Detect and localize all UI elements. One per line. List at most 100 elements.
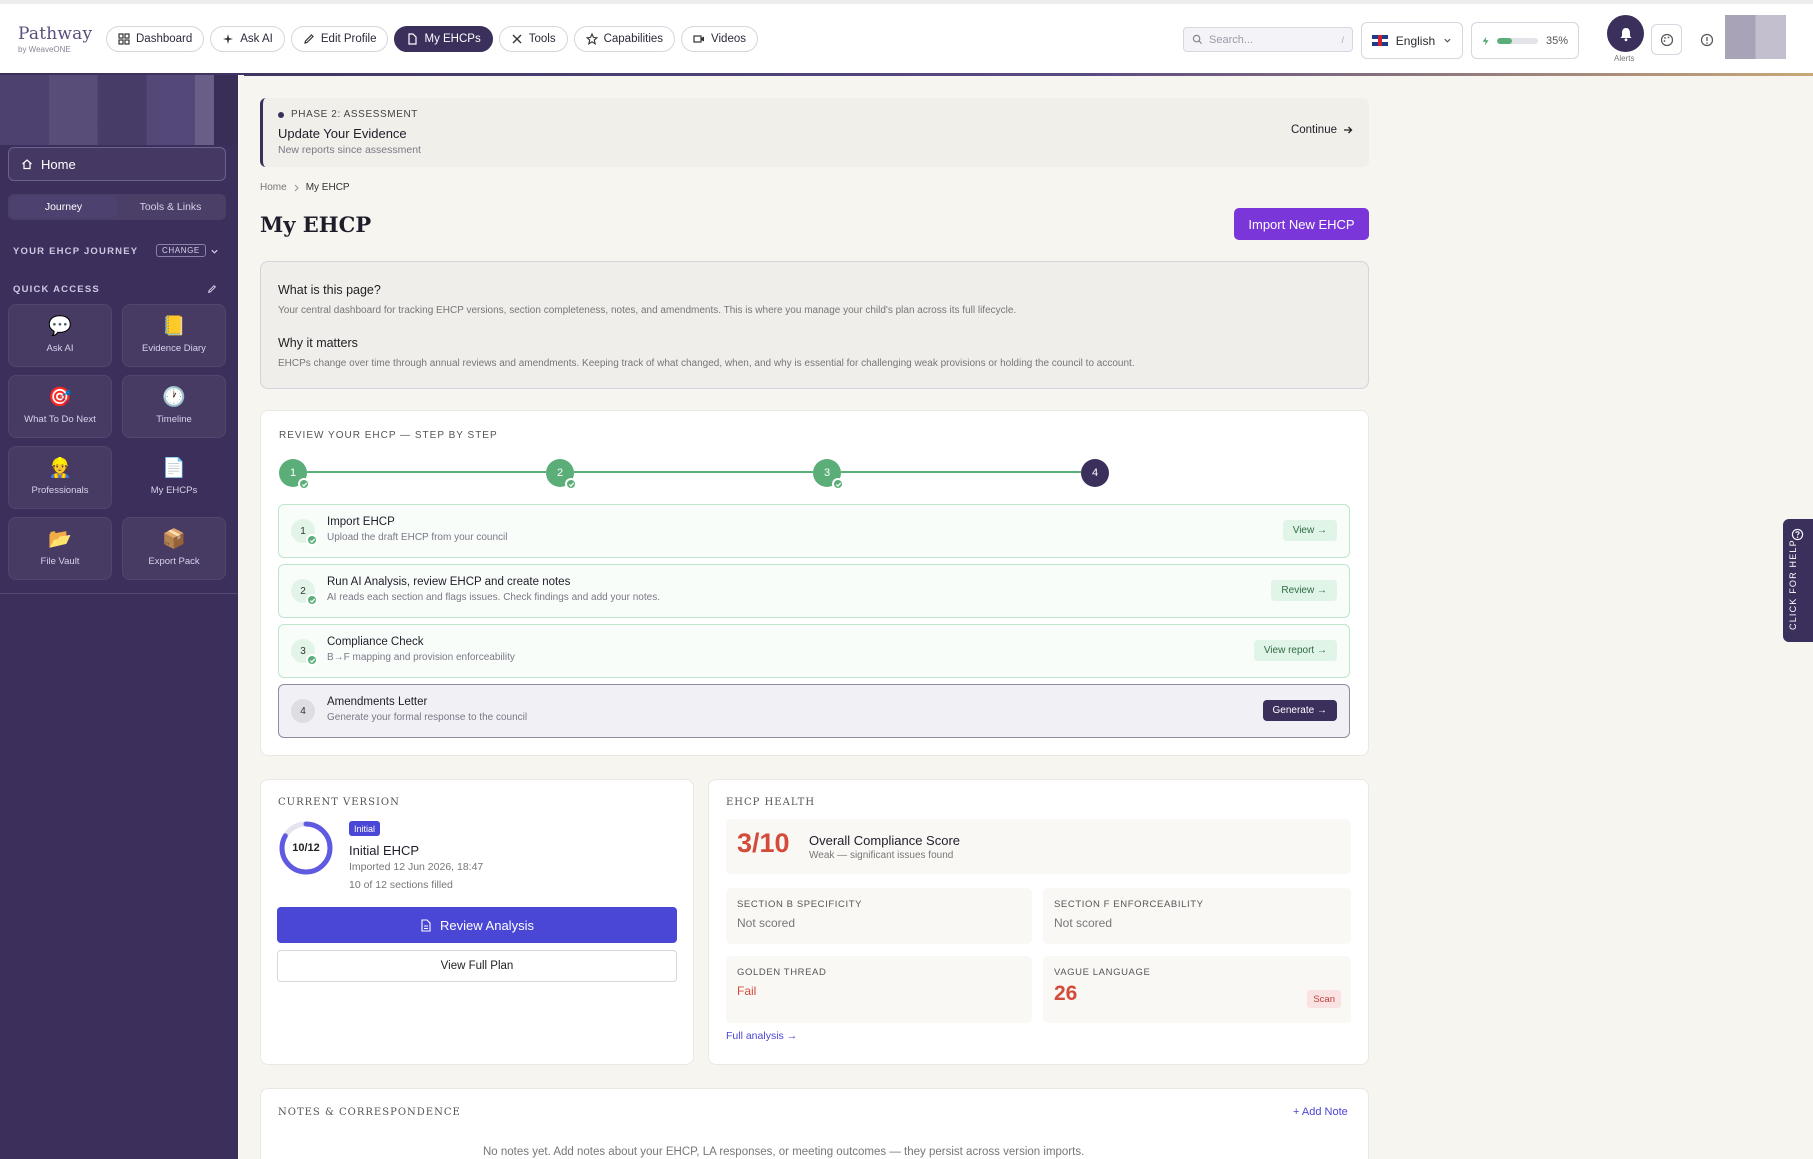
generate-button[interactable]: Generate → <box>1262 700 1337 721</box>
nav-label: Ask AI <box>240 33 273 45</box>
step-title: Compliance Check <box>327 636 424 648</box>
tab-journey[interactable]: Journey <box>10 196 117 218</box>
qa-label: Evidence Diary <box>142 343 206 354</box>
add-note-button[interactable]: + Add Note <box>1293 1106 1348 1118</box>
metric-section-b: SECTION B SPECIFICITY Not scored <box>726 888 1032 944</box>
search-input[interactable]: Search... / <box>1183 27 1353 52</box>
step-subtitle: AI reads each section and flags issues. … <box>327 592 660 603</box>
metric-section-f: SECTION F ENFORCEABILITY Not scored <box>1043 888 1351 944</box>
nav-label: Edit Profile <box>320 33 377 45</box>
step-subtitle: Generate your formal response to the cou… <box>327 712 528 723</box>
continue-button[interactable]: Continue <box>1291 124 1353 136</box>
import-ehcp-button[interactable]: Import New EHCP <box>1234 208 1369 240</box>
version-name: Initial EHCP <box>349 843 420 858</box>
quick-what-to-do-next[interactable]: 🎯 What To Do Next <box>8 375 112 438</box>
nav-videos[interactable]: Videos <box>681 26 758 52</box>
document-icon <box>408 33 418 45</box>
step-marker-num: 2 <box>556 467 564 479</box>
target-icon: 🎯 <box>48 387 72 408</box>
help-tab-label[interactable]: CLICK FOR HELP <box>1788 539 1798 630</box>
nav-my-ehcps[interactable]: My EHCPs <box>394 26 493 52</box>
edit-icon[interactable] <box>207 284 217 294</box>
step-number-text: 3 <box>300 645 306 657</box>
info-button[interactable] <box>1691 24 1722 55</box>
sidebar-home[interactable]: Home <box>8 147 226 181</box>
score-label: Overall Compliance Score <box>809 833 961 848</box>
nav-ask-ai[interactable]: Ask AI <box>210 26 285 52</box>
metric-label: SECTION B SPECIFICITY <box>737 899 863 910</box>
search-placeholder: Search... <box>1209 33 1254 46</box>
package-icon: 📦 <box>162 529 186 550</box>
sidebar-tabs: Journey Tools & Links <box>8 194 226 220</box>
bell-icon <box>1620 27 1631 41</box>
step-number-text: 1 <box>300 525 306 537</box>
quick-timeline[interactable]: 🕐 Timeline <box>122 375 226 438</box>
full-analysis-link[interactable]: Full analysis → <box>726 1030 797 1042</box>
view-full-plan-button[interactable]: View Full Plan <box>277 950 677 982</box>
metric-value: 26 <box>1054 982 1078 1005</box>
continue-label: Continue <box>1290 124 1337 136</box>
nav-capabilities[interactable]: Capabilities <box>573 26 676 52</box>
tab-tools-links[interactable]: Tools & Links <box>117 196 224 218</box>
step-marker-4[interactable]: 4 <box>1081 459 1109 487</box>
alerts-button[interactable] <box>1607 15 1644 52</box>
sidebar-gap <box>238 75 244 1159</box>
breadcrumb-home[interactable]: Home <box>260 182 287 193</box>
review-button[interactable]: Review → <box>1271 580 1337 601</box>
score-value: 3/10 <box>737 828 790 858</box>
avatar[interactable] <box>1725 15 1786 59</box>
check-icon <box>306 594 318 606</box>
step-row-ai-analysis[interactable]: 2 Run AI Analysis, review EHCP and creat… <box>278 564 1350 618</box>
page-icon: 📄 <box>162 458 186 479</box>
sections-ring: 10/12 <box>278 820 334 876</box>
phase-tag-text: PHASE 2: ASSESSMENT <box>291 109 418 120</box>
quick-access-label: QUICK ACCESS <box>13 284 100 295</box>
brand-logo[interactable]: Pathway by WeaveONE <box>18 24 92 54</box>
language-select[interactable]: English <box>1361 22 1463 59</box>
tools-icon <box>512 34 522 44</box>
step-marker-num: 3 <box>823 467 831 479</box>
theme-button[interactable] <box>1651 24 1682 55</box>
chevron-right-icon <box>294 184 299 191</box>
step-subtitle: Upload the draft EHCP from your council <box>327 532 508 543</box>
usage-bar-fill <box>1497 37 1512 44</box>
scan-button[interactable]: Scan <box>1307 990 1341 1008</box>
quick-file-vault[interactable]: 📂 File Vault <box>8 517 112 580</box>
chevron-down-icon[interactable] <box>210 247 219 256</box>
uk-flag-icon <box>1372 35 1388 46</box>
usage-meter[interactable]: 35% <box>1471 22 1579 59</box>
language-label: English <box>1395 33 1436 48</box>
alerts-label: Alerts <box>1614 54 1635 63</box>
step-row-import[interactable]: 1 Import EHCP Upload the draft EHCP from… <box>278 504 1350 558</box>
check-icon <box>832 478 844 490</box>
step-marker-3[interactable]: 3 <box>813 459 844 490</box>
metric-golden-thread: GOLDEN THREAD Fail <box>726 956 1032 1023</box>
nav-dashboard[interactable]: Dashboard <box>106 26 205 52</box>
view-button[interactable]: View → <box>1282 520 1337 541</box>
nav-tools[interactable]: Tools <box>498 26 568 52</box>
quick-evidence-diary[interactable]: 📒 Evidence Diary <box>122 304 226 367</box>
step-row-compliance[interactable]: 3 Compliance Check B→F mapping and provi… <box>278 624 1350 678</box>
search-icon <box>1192 34 1203 45</box>
quick-export-pack[interactable]: 📦 Export Pack <box>122 517 226 580</box>
review-analysis-button[interactable]: Review Analysis <box>277 907 677 943</box>
qa-label: Timeline <box>156 414 192 425</box>
step-marker-2[interactable]: 2 <box>546 459 577 490</box>
compliance-score: 3/10 Overall Compliance Score Weak — sig… <box>726 819 1351 874</box>
info-answer-1: Your central dashboard for tracking EHCP… <box>278 305 1017 316</box>
quick-ask-ai[interactable]: 💬 Ask AI <box>8 304 112 367</box>
nav-edit-profile[interactable]: Edit Profile <box>290 26 389 52</box>
star-icon <box>585 33 598 45</box>
search-shortcut: / <box>1341 34 1344 45</box>
review-analysis-label: Review Analysis <box>440 917 534 933</box>
step-marker-1[interactable]: 1 <box>279 459 310 490</box>
phase-banner: PHASE 2: ASSESSMENT Update Your Evidence… <box>260 98 1369 167</box>
nav-label: Tools <box>528 33 556 45</box>
change-journey-button[interactable]: CHANGE <box>156 244 206 257</box>
step-row-amendments[interactable]: 4 Amendments Letter Generate your formal… <box>278 684 1350 738</box>
step-number: 3 <box>291 639 318 666</box>
quick-my-ehcps[interactable]: 📄 My EHCPs <box>122 446 226 509</box>
view-report-button[interactable]: View report → <box>1253 640 1337 661</box>
qa-label: Professionals <box>31 485 89 496</box>
quick-professionals[interactable]: 👷 Professionals <box>8 446 112 509</box>
